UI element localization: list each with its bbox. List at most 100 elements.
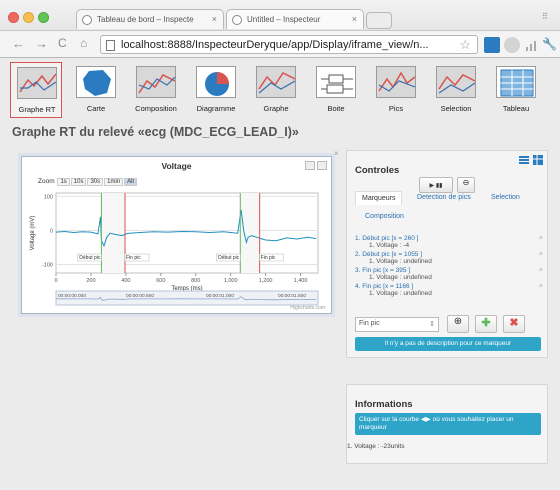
tool-label: Graphe	[263, 104, 289, 113]
tool-label: Pics	[388, 104, 404, 113]
delete-cross-icon: ✖	[509, 317, 519, 329]
tool-label: Selection	[440, 104, 472, 113]
delete-button[interactable]: ✖	[503, 315, 525, 333]
address-bar[interactable]: localhost:8888/InspecteurDeryque/app/Dis…	[100, 35, 478, 54]
y-tick-label: -100	[42, 262, 53, 268]
tool-selection[interactable]: Selection	[430, 62, 482, 118]
x-tick-label: 600	[156, 278, 165, 284]
tab-marqueurs[interactable]: Marqueurs	[355, 191, 403, 205]
signal-icon[interactable]	[524, 37, 540, 53]
tool-carte[interactable]: Carte	[70, 62, 122, 118]
app-page: Graphe RT Carte Composition Diagramme Gr…	[0, 58, 560, 490]
marker-value: 1. Voltage : undefined	[369, 290, 432, 297]
url-text: localhost:8888/InspecteurDeryque/app/Dis…	[121, 39, 429, 51]
information-title: Informations	[355, 399, 413, 410]
list-item[interactable]: 3. Fin pic [x = 395 ] 1. Voltage : undef…	[355, 267, 543, 283]
tool-label: Graphe RT	[18, 105, 56, 114]
marker-type-select[interactable]: Fin pic ⇕	[355, 317, 439, 332]
browser-tab[interactable]: Untitled – Inspecteur ×	[226, 9, 364, 29]
bookmark-star-icon[interactable]: ☆	[459, 37, 471, 53]
line-chart[interactable]: 1000-1000 200 400 600 800 1,000 1,200 1,400Temp…	[22, 157, 333, 315]
play-pause-button[interactable]: ▶ ▮▮	[419, 177, 453, 193]
crosshair-icon: ⊕	[453, 316, 463, 327]
x-tick-label: 1,000	[224, 278, 238, 284]
marker-label: Début pic	[79, 255, 101, 261]
home-icon[interactable]: ⌂	[80, 36, 87, 50]
marker-range	[101, 193, 125, 273]
map-icon	[76, 66, 116, 98]
back-icon[interactable]: ←	[12, 36, 25, 51]
line-chart-icon	[17, 67, 57, 99]
delete-marker-icon[interactable]: ×	[539, 251, 543, 258]
list-item[interactable]: 2. Début pic [x = 1055 ] 1. Voltage : un…	[355, 251, 543, 267]
close-window-button[interactable]	[8, 12, 19, 23]
controls-panel: Controles ▶ ▮▮ ⊖ Marqueurs Detection de …	[346, 150, 548, 358]
browser-tab[interactable]: Tableau de bord – Inspecte ×	[76, 9, 224, 29]
list-item[interactable]: 4. Fin pic [x = 1166 ] 1. Voltage : unde…	[355, 283, 543, 299]
tab-selection[interactable]: Selection	[491, 194, 520, 201]
y-axis-label: Voltage (mV)	[30, 216, 36, 251]
tool-label: Carte	[86, 104, 106, 113]
favicon-icon	[232, 15, 242, 25]
click-hint-banner: Cliquer sur la courbe ◀▶ où vous souhait…	[355, 413, 541, 435]
delete-marker-icon[interactable]: ×	[539, 267, 543, 274]
y-tick-label: 100	[44, 194, 53, 200]
tool-graphe[interactable]: Graphe	[250, 62, 302, 118]
add-marker-button[interactable]: ✚	[475, 315, 497, 333]
x-tick-label: 1,400	[294, 278, 308, 284]
marker-range	[240, 193, 260, 273]
zoom-out-icon: ⊖	[462, 178, 470, 187]
zoom-out-button[interactable]: ⊖	[457, 177, 475, 193]
tool-graphe-rt[interactable]: Graphe RT	[10, 62, 62, 118]
y-tick-label: 0	[50, 228, 53, 234]
marker-title: 1. Début pic [x = 260 ]	[355, 235, 419, 242]
tool-tableau[interactable]: Tableau	[490, 62, 542, 118]
window-menu-icon[interactable]: ⠿	[542, 12, 548, 21]
tab-composition[interactable]: Composition	[365, 213, 404, 220]
navigator-label: 00:00:01.000	[206, 293, 234, 299]
composition-chart-icon	[136, 66, 176, 98]
wrench-icon[interactable]: 🔧	[542, 37, 558, 53]
grid-view-icon[interactable]	[533, 155, 543, 165]
maximize-window-button[interactable]	[38, 12, 49, 23]
graph-icon	[256, 66, 296, 98]
forward-icon[interactable]: →	[35, 36, 48, 51]
x-tick-label: 0	[54, 278, 57, 284]
marker-value: 1. Voltage : -4	[369, 242, 410, 249]
browser-chrome: Tableau de bord – Inspecte × Untitled – …	[0, 0, 560, 58]
plus-icon: ✚	[481, 317, 491, 329]
new-tab-button[interactable]	[366, 12, 392, 29]
select-value: Fin pic	[359, 320, 380, 327]
browser-toolbar: ← → C ⌂ localhost:8888/InspecteurDeryque…	[0, 30, 560, 57]
peaks-icon	[376, 66, 416, 98]
marker-list: 1. Début pic [x = 260 ] 1. Voltage : -4 …	[355, 235, 543, 299]
minimize-window-button[interactable]	[23, 12, 34, 23]
visualization-toolbar: Graphe RT Carte Composition Diagramme Gr…	[10, 62, 550, 118]
tool-label: Composition	[135, 104, 177, 113]
information-value: 1. Voltage : -23units	[347, 443, 405, 450]
list-view-icon[interactable]	[519, 155, 529, 165]
close-tab-icon[interactable]: ×	[212, 14, 217, 24]
select-arrow-icon: ⇕	[429, 321, 435, 328]
tool-boite[interactable]: Boite	[310, 62, 362, 118]
tool-pics[interactable]: Pics	[370, 62, 422, 118]
close-chart-icon[interactable]: ×	[334, 149, 339, 158]
tool-label: Tableau	[502, 104, 530, 113]
table-icon	[496, 66, 536, 98]
chart-credit: Highcharts.com	[290, 305, 325, 311]
tab-detection-pics[interactable]: Detection de pics	[417, 194, 471, 201]
marker-title: 3. Fin pic [x = 395 ]	[355, 267, 411, 274]
marker-title: 4. Fin pic [x = 1166 ]	[355, 283, 414, 290]
tool-diagramme[interactable]: Diagramme	[190, 62, 242, 118]
delete-marker-icon[interactable]: ×	[539, 235, 543, 242]
search-extension-icon[interactable]	[504, 37, 520, 53]
boxplot-icon	[316, 66, 356, 98]
target-button[interactable]: ⊕	[447, 315, 469, 333]
close-tab-icon[interactable]: ×	[352, 14, 357, 24]
list-item[interactable]: 1. Début pic [x = 260 ] 1. Voltage : -4 …	[355, 235, 543, 251]
x-tick-label: 800	[191, 278, 200, 284]
extension-icon[interactable]	[484, 37, 500, 53]
tool-composition[interactable]: Composition	[130, 62, 182, 118]
delete-marker-icon[interactable]: ×	[539, 283, 543, 290]
reload-icon[interactable]: C	[58, 36, 67, 50]
